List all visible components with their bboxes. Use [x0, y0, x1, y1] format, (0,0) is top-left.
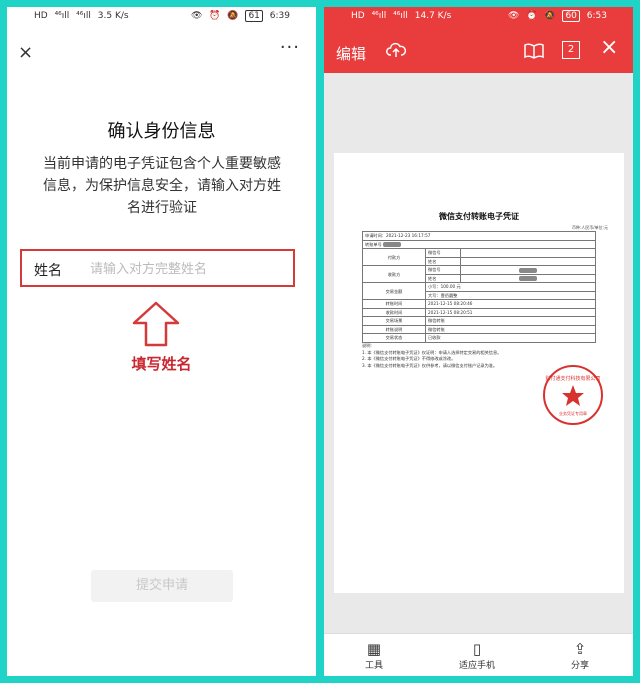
fit-phone-button[interactable]: ▯ 适应手机 — [447, 640, 507, 671]
voucher-table: 申请时间：2021-12-23 16:17:57 转账单号 付款方 微信号 姓名 … — [362, 231, 596, 343]
status-bar: HD ⁴⁶ıll ⁴⁶ıll 14.7 K/s 👁 ⏰ 🔕 60 6:53 — [324, 7, 633, 29]
edit-button[interactable]: 编辑 — [336, 43, 366, 64]
redacted-block — [519, 267, 537, 273]
bottom-toolbar: ▦ 工具 ▯ 适应手机 ⇪ 分享 — [324, 633, 633, 676]
hd-icon: HD — [34, 11, 48, 21]
fit-label: 适应手机 — [458, 661, 495, 671]
table-row: 收款时间 2021-12-15 08:20:51 — [362, 307, 596, 317]
alarm-icon: ⏰ — [209, 11, 221, 21]
note-line: 3. 本《微信支付转账电子凭证》仅供参考，请以微信支付账户记录为准。 — [362, 362, 498, 368]
seal-text: 财付通支付科技有限公司 — [545, 375, 600, 382]
table-row: 申请时间：2021-12-23 16:17:57 — [362, 231, 596, 241]
document-page: 微信支付转账电子凭证 币种:人民币/单位:元 申请时间：2021-12-23 1… — [334, 153, 624, 593]
cell: 微信转账 — [425, 324, 596, 334]
phone-frame-icon: ▯ — [472, 640, 482, 658]
tools-label: 工具 — [364, 661, 383, 671]
page-title: 确认身份信息 — [107, 121, 216, 142]
redacted-block — [519, 276, 537, 282]
net-speed: 3.5 K/s — [97, 11, 129, 21]
pdf-viewer-header: HD ⁴⁶ıll ⁴⁶ıll 14.7 K/s 👁 ⏰ 🔕 60 6:53 编辑… — [324, 7, 633, 73]
cell: 已收款 — [425, 333, 596, 343]
cell: 交易状态 — [362, 333, 426, 343]
signal-icon: ⁴⁶ıll — [393, 11, 408, 21]
name-field-highlight: 姓名 — [20, 249, 295, 287]
seal-subtext: 业务凭证专用章 — [559, 410, 587, 416]
signal-icon: ⁴⁶ıll — [76, 11, 91, 21]
mute-icon: 🔕 — [544, 11, 556, 21]
close-icon[interactable]: × — [18, 42, 33, 63]
cell — [460, 248, 596, 258]
signal-icon: ⁴⁶ıll — [54, 11, 70, 21]
clock: 6:39 — [269, 11, 290, 21]
top-bar: × ··· — [7, 31, 316, 71]
table-row: 收款方 微信号 — [362, 265, 596, 283]
left-phone-screen: HD ⁴⁶ıll ⁴⁶ıll 3.5 K/s 👁 ⏰ 🔕 61 6:39 × ·… — [7, 7, 316, 676]
status-bar: HD ⁴⁶ıll ⁴⁶ıll 3.5 K/s 👁 ⏰ 🔕 61 6:39 — [7, 7, 316, 29]
share-icon: ⇪ — [573, 640, 587, 658]
share-button[interactable]: ⇪ 分享 — [550, 640, 610, 671]
name-input[interactable] — [90, 259, 280, 279]
grid-icon: ▦ — [366, 640, 382, 658]
cell: 小写：100.00 元 — [425, 282, 596, 292]
right-phone-screen: HD ⁴⁶ıll ⁴⁶ıll 14.7 K/s 👁 ⏰ 🔕 60 6:53 编辑… — [324, 7, 633, 676]
cell: 大写：壹佰圆整 — [425, 290, 596, 300]
book-icon[interactable] — [524, 43, 544, 59]
redacted-block — [383, 242, 402, 248]
name-label: 姓名 — [34, 263, 62, 279]
table-row: 交易场景 微信转账 — [362, 316, 596, 326]
eye-icon: 👁 — [190, 11, 203, 21]
table-row: 付款方 微信号 — [362, 248, 596, 266]
submit-button[interactable]: 提交申请 — [91, 570, 233, 602]
table-row: 转账时间 2021-12-15 08:20:46 — [362, 299, 596, 309]
battery-icon: 61 — [245, 10, 263, 22]
cell — [460, 256, 596, 266]
cell — [460, 273, 596, 283]
cell: 转账单号 — [365, 241, 382, 247]
annotation-hint: 填写姓名 — [131, 355, 192, 373]
upload-cloud-icon[interactable] — [386, 41, 406, 59]
cell: 2021-12-15 08:20:51 — [425, 307, 596, 317]
cell: 付款方 — [362, 248, 426, 266]
cell: 姓名 — [425, 256, 461, 266]
cell: 微信转账 — [425, 316, 596, 326]
signal-icon: ⁴⁶ıll — [371, 11, 387, 21]
cell: 微信号 — [425, 248, 461, 258]
cell: 收款方 — [362, 265, 426, 283]
table-row: 转账单号 — [362, 239, 596, 249]
tools-button[interactable]: ▦ 工具 — [344, 640, 404, 671]
company-seal-icon: 财付通支付科技有限公司 业务凭证专用章 — [543, 365, 603, 425]
cell — [460, 265, 596, 275]
cell: 交易场景 — [362, 316, 426, 326]
description-text: 当前申请的电子凭证包含个人重要敏感信息，为保护信息安全，请输入对方姓名进行验证 — [43, 156, 281, 216]
hd-icon: HD — [351, 11, 365, 21]
cell: 交易金额 — [362, 282, 426, 300]
cell: 收款时间 — [362, 307, 426, 317]
close-icon[interactable]: × — [600, 35, 618, 60]
cell: 转账说明 — [362, 324, 426, 334]
more-icon[interactable]: ··· — [280, 37, 300, 58]
table-row: 交易状态 已收款 — [362, 333, 596, 343]
notes: 说明: 1. 本《微信支付转账电子凭证》仅证明：申请人选择特定交易的相关信息。 … — [362, 343, 501, 369]
alarm-icon: ⏰ — [526, 11, 538, 21]
cell: 申请时间： — [365, 233, 386, 239]
share-label: 分享 — [570, 661, 589, 671]
page-count-icon[interactable]: 2 — [562, 41, 580, 59]
cell: 微信号 — [425, 265, 461, 275]
cell: 2021-12-23 16:17:57 — [385, 233, 431, 239]
cell: 2021-12-15 08:20:46 — [425, 299, 596, 309]
clock: 6:53 — [586, 11, 607, 21]
mute-icon: 🔕 — [227, 11, 239, 21]
document-title: 微信支付转账电子凭证 — [439, 212, 519, 221]
eye-icon: 👁 — [507, 11, 520, 21]
arrow-up-icon — [132, 301, 180, 347]
table-row: 交易金额 小写：100.00 元 — [362, 282, 596, 300]
net-speed: 14.7 K/s — [414, 11, 452, 21]
battery-icon: 60 — [562, 10, 580, 22]
cell: 姓名 — [425, 273, 461, 283]
cell: 转账时间 — [362, 299, 426, 309]
document-viewer[interactable]: 微信支付转账电子凭证 币种:人民币/单位:元 申请时间：2021-12-23 1… — [324, 73, 633, 633]
table-row: 转账说明 微信转账 — [362, 324, 596, 334]
